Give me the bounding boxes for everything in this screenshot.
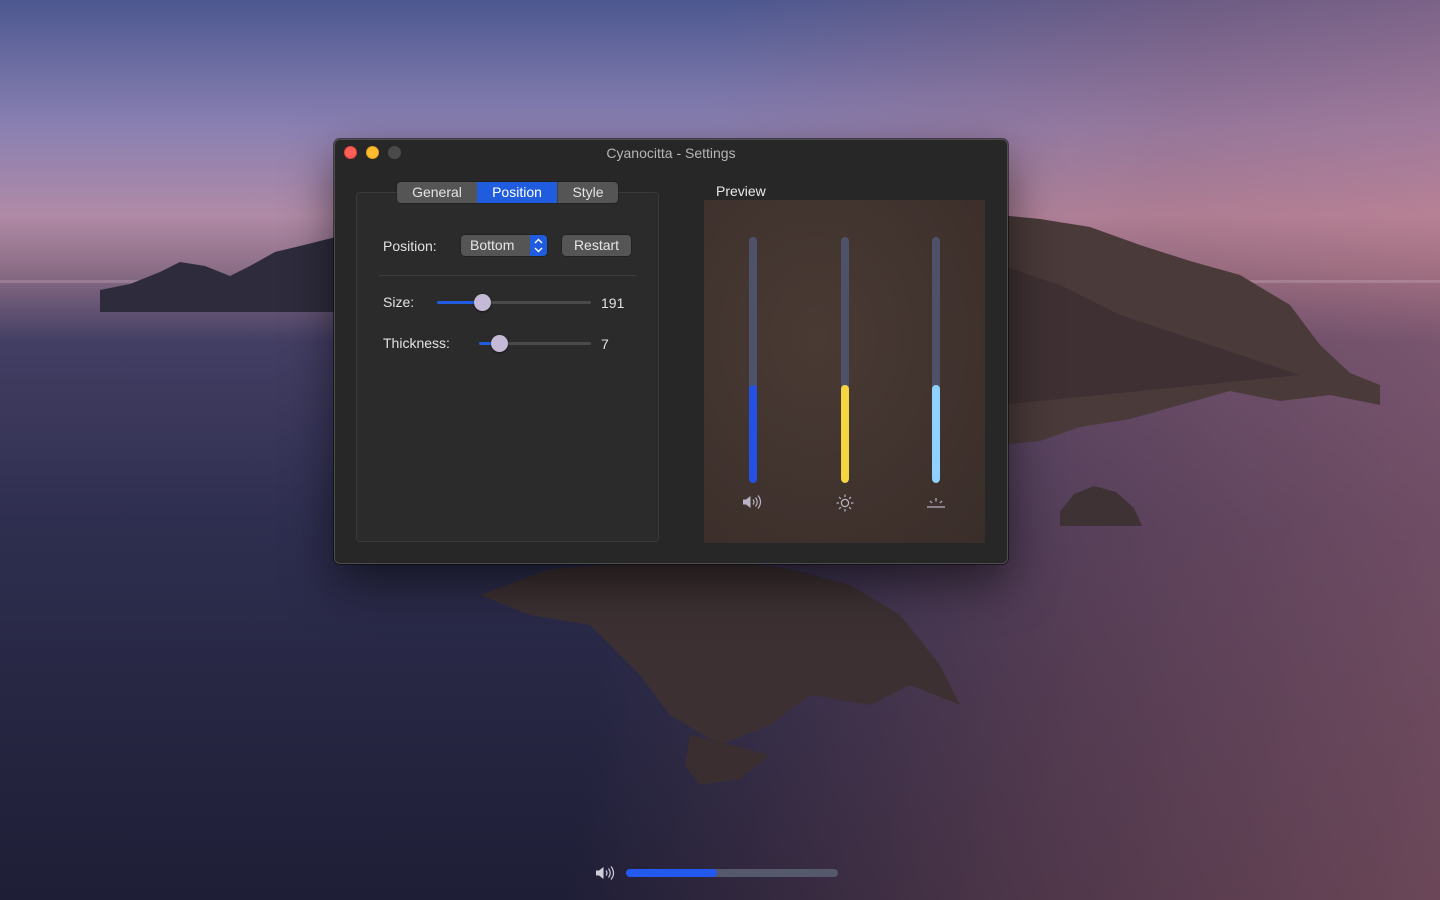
thickness-slider-thumb[interactable] [491, 335, 508, 352]
tab-style[interactable]: Style [557, 182, 618, 203]
wallpaper-island-right [1000, 215, 1380, 445]
speaker-volume-icon [743, 495, 762, 509]
hud-volume-bar [626, 869, 838, 877]
preview-keyboard-bar-fill [932, 384, 940, 483]
size-slider[interactable] [437, 294, 591, 311]
preview-brightness-bar [841, 237, 849, 483]
preview-brightness-bar-fill [841, 384, 849, 483]
preview-area [704, 200, 985, 543]
settings-window: Cyanocitta - Settings General Position S… [334, 139, 1008, 564]
position-popup-value: Bottom [470, 237, 515, 253]
tab-position[interactable]: Position [477, 182, 557, 203]
wallpaper-rock [1060, 486, 1142, 526]
window-title: Cyanocitta - Settings [606, 145, 736, 161]
restart-button[interactable]: Restart [562, 235, 631, 256]
thickness-label: Thickness: [383, 335, 450, 351]
keyboard-brightness-icon [927, 498, 945, 508]
preview-keyboard-bar [932, 237, 940, 483]
position-label: Position: [383, 238, 437, 254]
size-value: 191 [601, 295, 625, 311]
brightness-sun-icon [836, 494, 854, 512]
tab-general[interactable]: General [397, 182, 477, 203]
wallpaper-island-bottom [480, 559, 960, 785]
thickness-slider[interactable] [479, 335, 591, 352]
position-popup[interactable]: Bottom [461, 235, 547, 256]
desktop-wallpaper: Cyanocitta - Settings General Position S… [0, 0, 1440, 900]
preview-label: Preview [716, 183, 766, 199]
hud-speaker-volume-icon [596, 866, 615, 880]
hud-volume-bar-fill [626, 869, 718, 877]
separator [379, 275, 636, 276]
preview-volume-bar [749, 237, 757, 483]
size-slider-thumb[interactable] [474, 294, 491, 311]
wallpaper-island-left [100, 236, 340, 312]
popup-arrows-icon [530, 235, 547, 256]
tab-bar: General Position Style [397, 182, 618, 203]
size-label: Size: [383, 294, 415, 310]
titlebar[interactable]: Cyanocitta - Settings [335, 140, 1007, 166]
thickness-value: 7 [601, 336, 609, 352]
preview-volume-bar-fill [749, 384, 757, 483]
